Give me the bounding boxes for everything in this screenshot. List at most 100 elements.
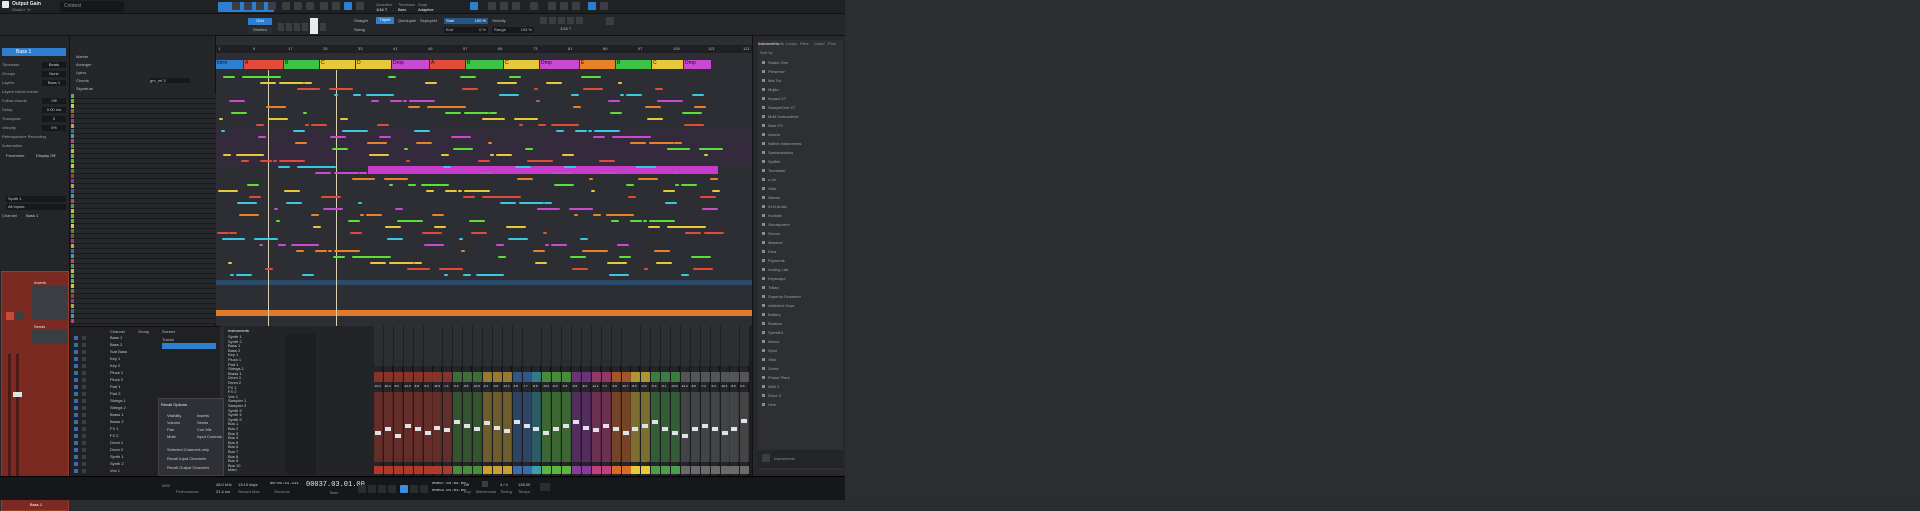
midi-note[interactable]: [667, 226, 683, 228]
midi-note[interactable]: [673, 172, 677, 174]
midi-note[interactable]: [556, 208, 560, 210]
midi-note[interactable]: [535, 262, 547, 264]
gear-icon[interactable]: [530, 2, 538, 10]
midi-note[interactable]: [247, 184, 259, 186]
split-tool-icon[interactable]: [244, 2, 252, 10]
strip-inserts[interactable]: [374, 326, 383, 366]
channel-mute-icon[interactable]: [82, 343, 86, 347]
midi-note[interactable]: [482, 118, 502, 120]
midi-note[interactable]: [389, 262, 409, 264]
midi-note[interactable]: [538, 124, 546, 126]
midi-note[interactable]: [313, 226, 321, 228]
strip-fader[interactable]: [691, 427, 698, 431]
layout-icon[interactable]: [548, 2, 556, 10]
half-note-icon[interactable]: [286, 23, 292, 31]
midi-note[interactable]: [533, 160, 553, 162]
record-icon[interactable]: [420, 485, 428, 493]
midi-note[interactable]: [335, 88, 343, 90]
midi-note[interactable]: [315, 250, 327, 252]
midi-note[interactable]: [645, 106, 661, 108]
midi-note[interactable]: [663, 190, 675, 192]
channel-visibility-icon[interactable]: [74, 357, 78, 361]
browser-item[interactable]: XLN Audio: [768, 204, 787, 209]
midi-note[interactable]: [557, 124, 569, 126]
midi-note[interactable]: [636, 166, 656, 168]
channel-mute-icon[interactable]: [82, 406, 86, 410]
strip-inserts[interactable]: [522, 326, 532, 366]
quantize-button-l[interactable]: [567, 17, 574, 24]
strip-inserts[interactable]: [532, 326, 542, 366]
midi-note[interactable]: [445, 112, 461, 114]
inspector-track-header[interactable]: Bass 1: [2, 48, 66, 56]
row-value[interactable]: Beats: [42, 62, 66, 68]
midi-note[interactable]: [261, 76, 281, 78]
output-select[interactable]: Synth 1: [6, 196, 66, 202]
quarter-note-icon[interactable]: [294, 23, 300, 31]
midi-note[interactable]: [258, 136, 266, 138]
channel-value[interactable]: Bass 1: [26, 213, 66, 218]
midi-note[interactable]: [488, 142, 492, 144]
play-icon[interactable]: [410, 485, 418, 493]
midi-note[interactable]: [628, 196, 636, 198]
arranger-section[interactable]: E: [580, 60, 615, 69]
browser-item[interactable]: Mai Tai: [768, 78, 781, 83]
strip-fader[interactable]: [384, 427, 391, 431]
range-slider[interactable]: Range 100 %: [492, 27, 534, 33]
channel-mute-icon[interactable]: [82, 371, 86, 375]
midi-note[interactable]: [359, 172, 367, 174]
midi-note[interactable]: [440, 226, 444, 228]
channel-row[interactable]: Sub Bass: [70, 349, 160, 355]
midi-note[interactable]: [297, 244, 309, 246]
channel-row[interactable]: Strings 2: [70, 405, 160, 411]
strip-fader[interactable]: [573, 420, 579, 424]
midi-note[interactable]: [446, 106, 466, 108]
midi-note[interactable]: [625, 256, 629, 258]
midi-note[interactable]: [545, 244, 549, 246]
midi-note[interactable]: [496, 244, 504, 246]
midi-note[interactable]: [686, 148, 690, 150]
channel-visibility-icon[interactable]: [74, 343, 78, 347]
midi-note[interactable]: [662, 262, 670, 264]
midi-note[interactable]: [704, 232, 724, 234]
popup-sends[interactable]: Sends: [197, 420, 208, 425]
midi-note[interactable]: [520, 118, 528, 120]
channel-row[interactable]: Pluck 2: [70, 377, 160, 383]
strip-inserts[interactable]: [710, 326, 720, 366]
midi-note[interactable]: [259, 244, 263, 246]
midi-note[interactable]: [221, 130, 225, 132]
channel-row[interactable]: Key 2: [70, 363, 160, 369]
browser-item[interactable]: SampleOne XT: [768, 105, 795, 110]
strip-inserts[interactable]: [443, 326, 453, 366]
midi-note[interactable]: [279, 82, 299, 84]
strip-fader[interactable]: [434, 425, 441, 430]
midi-note[interactable]: [371, 178, 375, 180]
browser-tab[interactable]: Effects: [772, 41, 784, 46]
channel-visibility-icon[interactable]: [74, 350, 78, 354]
strip-fader[interactable]: [612, 427, 619, 431]
popup-input-controls[interactable]: Input Controls: [197, 434, 222, 439]
midi-note[interactable]: [242, 154, 254, 156]
mix-icon[interactable]: [500, 2, 508, 10]
midi-note[interactable]: [239, 214, 259, 216]
event-master[interactable]: [216, 310, 752, 316]
midi-note[interactable]: [223, 76, 235, 78]
midi-note[interactable]: [295, 142, 307, 144]
strip-fader[interactable]: [592, 428, 599, 433]
midi-note[interactable]: [551, 244, 567, 246]
midi-note[interactable]: [608, 100, 620, 102]
midi-note[interactable]: [408, 184, 416, 186]
arranger-section[interactable]: A: [430, 60, 465, 69]
midi-note[interactable]: [459, 238, 463, 240]
midi-note[interactable]: [284, 190, 300, 192]
midi-note[interactable]: [352, 256, 368, 258]
quantize-apply-icon[interactable]: [606, 17, 614, 25]
midi-note[interactable]: [663, 100, 683, 102]
midi-note[interactable]: [489, 112, 497, 114]
midi-note[interactable]: [371, 256, 391, 258]
browser-tab[interactable]: Files: [800, 41, 808, 46]
midi-note[interactable]: [241, 238, 245, 240]
event-synth[interactable]: [216, 280, 752, 285]
strip-inserts[interactable]: [473, 326, 482, 366]
browser-item[interactable]: Pigments: [768, 258, 785, 263]
midi-note[interactable]: [665, 202, 677, 204]
